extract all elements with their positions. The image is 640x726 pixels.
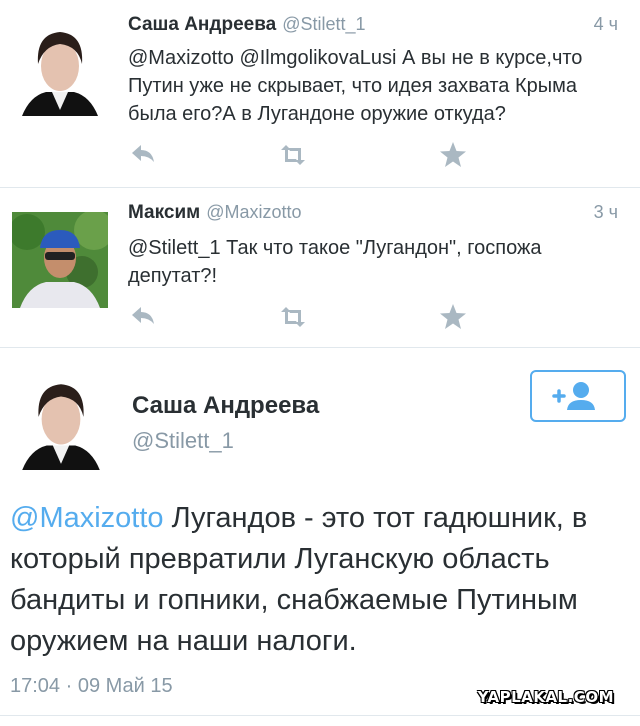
tweet-1[interactable]: Саша Андреева @Stilett_1 4 ч @Maxizotto @… [0,0,640,188]
retweet-icon[interactable] [278,302,308,332]
follow-button[interactable] [530,370,626,422]
tweet-time[interactable]: 3 ч [594,202,618,223]
divider [0,715,640,716]
favorite-icon[interactable] [438,140,468,170]
author-handle[interactable]: @Maxizotto [206,202,301,222]
author-name[interactable]: Саша Андреева [128,14,276,35]
reply-icon[interactable] [128,302,158,332]
tweet-actions [128,302,478,332]
watermark: YAPLAKAL.COM [477,688,614,706]
tweet-text: @Maxizotto @IlmgolikovaLusi А вы не в ку… [128,44,628,128]
author-handle[interactable]: @Stilett_1 [132,428,234,454]
tweet-header: Максим @Maxizotto 3 ч [128,202,626,224]
tweet-2[interactable]: Максим @Maxizotto 3 ч @Stilett_1 Так что … [0,188,640,348]
avatar[interactable] [12,372,110,470]
tweet-text-line: депутат?! [128,265,218,287]
tweet-text-line: Путин уже не скрывает, что идея захвата … [128,75,578,97]
tweet-text-line: была его?А в Лугандоне оружие откуда? [128,103,506,125]
avatar[interactable] [12,212,108,308]
author-handle[interactable]: @Stilett_1 [282,14,365,34]
author-name[interactable]: Саша Андреева [132,392,319,420]
author-name[interactable]: Максим [128,202,200,223]
tweet-actions [128,140,478,170]
favorite-icon[interactable] [438,302,468,332]
avatar[interactable] [12,20,108,116]
tweet-timestamp[interactable]: 17:04 · 09 Май 15 [10,675,173,698]
tweet-time[interactable]: 4 ч [594,14,618,35]
mention-link[interactable]: @Maxizotto [10,502,164,534]
retweet-icon[interactable] [278,140,308,170]
tweet-text: @Maxizotto Лугандов - это тот гадюшник, … [10,498,632,662]
tweet-header: Саша Андреева @Stilett_1 4 ч [128,14,626,36]
tweet-text-line: @Stilett_1 Так что такое "Лугандон", гос… [128,237,542,259]
add-user-icon [552,382,595,410]
reply-icon[interactable] [128,140,158,170]
tweet-text: @Stilett_1 Так что такое "Лугандон", гос… [128,234,628,290]
tweet-text-line: @Maxizotto @IlmgolikovaLusi А вы не в ку… [128,47,583,69]
